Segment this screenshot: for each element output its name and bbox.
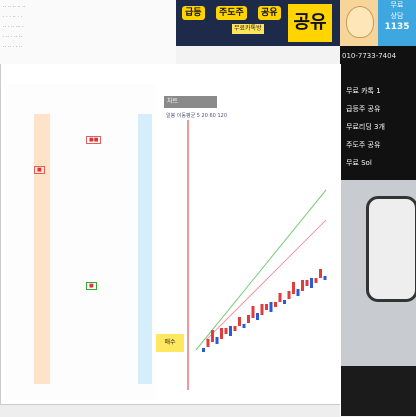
candle: [260, 304, 264, 315]
banner-tag: 주도주: [216, 6, 247, 20]
candle: [323, 276, 327, 280]
promo-banner[interactable]: 급등 주도주 공유 무료카톡방 공유: [176, 0, 340, 46]
candle: [292, 282, 295, 294]
banner-big-label: 공유: [288, 4, 332, 42]
candle: [220, 328, 223, 339]
bid-column: [138, 114, 152, 384]
news-line: · ·· · ·· ··: [3, 34, 23, 40]
banner-subtitle: 무료카톡방: [232, 24, 264, 34]
news-line: ·· · ·· ··· ·: [3, 24, 24, 30]
candle: [202, 348, 205, 352]
overlay-row: 무료 Sol: [346, 159, 372, 167]
ask-highlight[interactable]: ■: [34, 166, 45, 174]
avatar-face-icon: [346, 6, 374, 38]
banner-tag: 급등: [182, 6, 205, 20]
candle: [242, 324, 246, 328]
candle: [224, 328, 228, 334]
candle: [265, 304, 268, 310]
overlay-row: 무료 카톡 1: [346, 87, 381, 95]
order-highlight[interactable]: ■■: [86, 136, 102, 144]
candle: [283, 300, 286, 304]
webcam-floor: [330, 366, 416, 416]
order-book[interactable]: ■ ■■ ■: [6, 84, 156, 400]
overlay-phone: 010-7733-7404: [342, 52, 397, 60]
overlay-row: 무료리딩 3개: [346, 123, 385, 131]
badge-line: 무료: [390, 1, 404, 9]
candle: [314, 278, 318, 283]
candle-chart[interactable]: [186, 120, 330, 400]
candle: [319, 269, 322, 278]
candle: [301, 280, 304, 291]
webcam-feed: [330, 180, 416, 416]
candle: [269, 302, 273, 312]
chart-header[interactable]: 차트: [164, 96, 217, 108]
overlay-row: 주도주 공유: [346, 141, 381, 149]
candle: [287, 291, 291, 299]
candle: [278, 293, 282, 302]
chair-icon: [366, 196, 416, 302]
candle: [305, 280, 309, 286]
news-line: ·· ·· · · ··: [3, 44, 23, 50]
candle: [247, 315, 250, 323]
news-panel: ·· ·· ·· ·· ·· · · · ·· · · ·· · ·· ··· …: [0, 0, 176, 65]
candle: [310, 278, 313, 288]
stream-overlay: 010-7733-7404 무료 카톡 1 급등주 공유 무료리딩 3개 주도주…: [340, 46, 416, 180]
ma-line: [195, 189, 327, 351]
candle: [256, 313, 259, 320]
banner-tag: 공유: [258, 6, 281, 20]
chart-info: 일봉 이동평균 5 20 60 120: [166, 113, 227, 119]
news-line: · · · ·· · ·: [3, 14, 23, 20]
bid-highlight[interactable]: ■: [86, 282, 97, 290]
badge-line: 상담: [390, 12, 404, 20]
candle: [233, 326, 237, 331]
candle: [296, 289, 300, 296]
price-tag: 매수: [156, 334, 184, 352]
candle: [251, 306, 255, 318]
candle: [229, 326, 232, 336]
consult-badge[interactable]: 무료 상담 1135: [378, 0, 416, 46]
candle: [206, 339, 210, 347]
badge-number: 1135: [384, 22, 410, 32]
candle: [215, 337, 219, 344]
avatar: [340, 0, 378, 46]
status-bar: [0, 404, 340, 417]
news-line: ·· ·· ·· ·· ··: [3, 4, 26, 10]
candle: [274, 302, 277, 307]
candle: [211, 330, 214, 342]
overlay-row: 급등주 공유: [346, 105, 381, 113]
ask-column: [34, 114, 50, 384]
candle: [238, 317, 241, 326]
